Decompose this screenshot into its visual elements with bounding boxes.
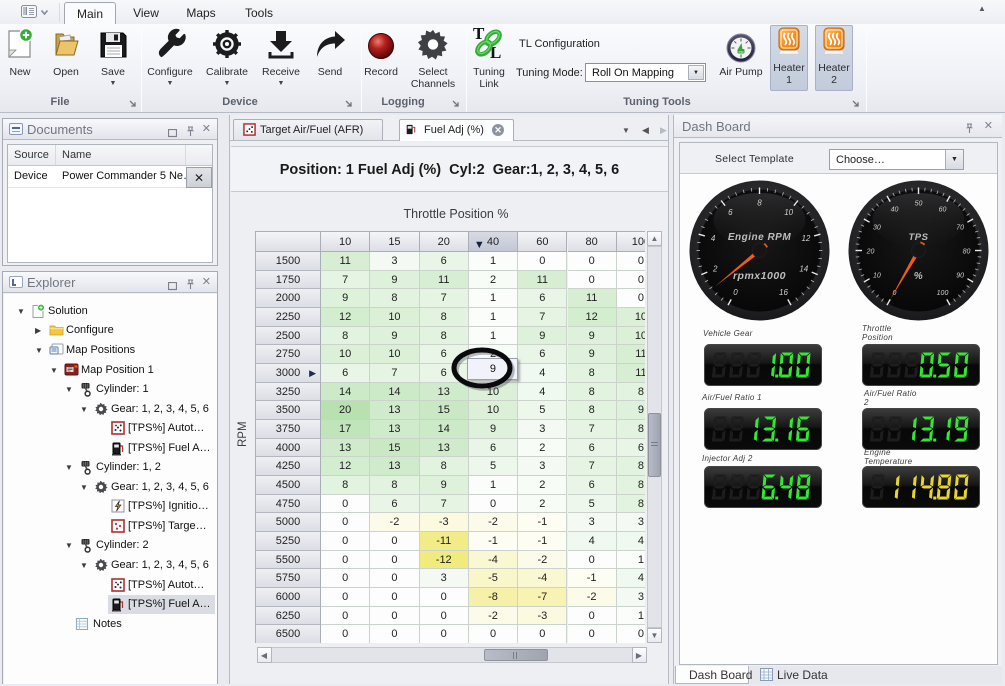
svg-text:Engine RPM: Engine RPM: [728, 232, 792, 243]
svg-text:0: 0: [893, 290, 897, 297]
svg-text:30: 30: [873, 224, 881, 231]
svg-text:4: 4: [711, 234, 716, 243]
svg-text:100: 100: [937, 290, 949, 297]
svg-text:8: 8: [757, 198, 762, 207]
svg-text:12: 12: [801, 234, 810, 243]
svg-text:6: 6: [728, 208, 733, 217]
svg-text:80: 80: [963, 248, 971, 255]
svg-text:40: 40: [891, 207, 899, 214]
svg-text:10: 10: [873, 272, 881, 279]
svg-text:PSI: PSI: [739, 50, 744, 54]
svg-text:rpmx1000: rpmx1000: [733, 270, 786, 282]
svg-text:20: 20: [866, 248, 875, 255]
svg-text:14: 14: [799, 265, 808, 274]
svg-text:10: 10: [784, 208, 793, 217]
svg-text:0: 0: [733, 288, 738, 297]
svg-text:70: 70: [956, 224, 964, 231]
svg-text:2: 2: [712, 265, 718, 274]
svg-text:16: 16: [779, 288, 788, 297]
svg-text:60: 60: [939, 207, 947, 214]
svg-text:TPS: TPS: [909, 232, 929, 243]
svg-text:90: 90: [956, 272, 964, 279]
svg-text:50: 50: [915, 200, 923, 207]
svg-text:%: %: [914, 271, 923, 282]
